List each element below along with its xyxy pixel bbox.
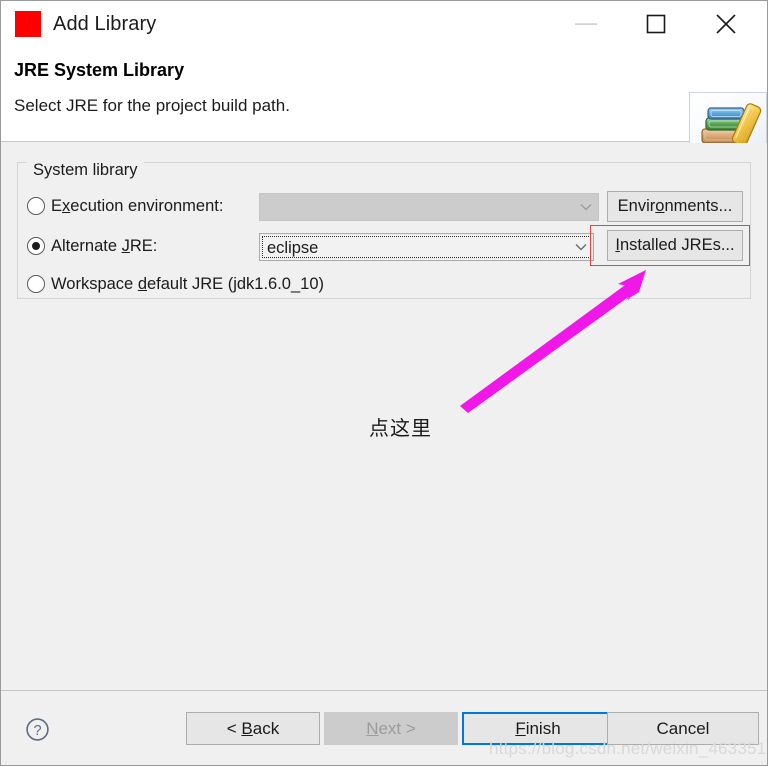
page-title: JRE System Library — [14, 60, 185, 80]
button-accesskey: B — [241, 719, 253, 738]
label-workspace-default-jre: Workspace default JRE (jdk1.6.0_10) — [51, 272, 324, 296]
minimize-button[interactable] — [563, 1, 609, 46]
label-suffix: efault JRE (jdk1.6.0_10) — [147, 275, 325, 293]
label-prefix: E — [51, 197, 63, 215]
label-execution-environment: Execution environment: — [51, 194, 223, 218]
combo-value: eclipse — [267, 239, 319, 257]
back-button[interactable]: < Back — [186, 712, 320, 745]
environments-button[interactable]: Environments... — [607, 191, 743, 222]
maximize-button[interactable] — [633, 1, 679, 46]
help-icon[interactable]: ? — [25, 717, 50, 742]
label-prefix: Alternate — [51, 237, 122, 255]
wizard-header: JRE System Library Select JRE for the pr… — [1, 46, 767, 154]
radio-alternate-jre[interactable] — [27, 237, 45, 255]
close-button[interactable] — [703, 1, 749, 46]
button-prefix: Cancel — [656, 719, 710, 738]
button-suffix: ext > — [378, 719, 416, 738]
label-suffix: ecution environment: — [70, 197, 224, 215]
label-alternate-jre: Alternate JRE: — [51, 234, 157, 258]
button-accesskey: N — [366, 719, 379, 738]
chevron-down-icon[interactable] — [575, 243, 587, 251]
button-prefix: < — [226, 719, 242, 738]
annotation-text: 点这里 — [369, 418, 432, 440]
maximize-icon — [646, 14, 666, 33]
button-accesskey: F — [515, 719, 526, 738]
button-prefix: Envir — [617, 197, 656, 215]
minimize-icon — [575, 23, 597, 25]
label-accesskey: d — [137, 275, 147, 293]
red-square-icon — [15, 11, 41, 37]
label-prefix: Workspace — [51, 275, 138, 293]
add-library-dialog: Add Library JRE System Library Select JR… — [0, 0, 768, 766]
combo-box-face — [259, 193, 599, 221]
button-suffix: ack — [252, 719, 280, 738]
page-subtitle: Select JRE for the project build path. — [14, 96, 290, 115]
window-title: Add Library — [53, 13, 157, 35]
radio-workspace-default-jre[interactable] — [27, 275, 45, 293]
svg-text:?: ? — [33, 723, 41, 739]
button-suffix: nstalled JREs... — [619, 236, 735, 254]
label-suffix: RE: — [129, 237, 158, 255]
annotation-arrow-icon — [460, 270, 646, 413]
button-suffix: nments... — [664, 197, 733, 215]
combo-execution-environment[interactable] — [259, 193, 599, 221]
radio-execution-environment[interactable] — [27, 197, 45, 215]
next-button: Next > — [324, 712, 458, 745]
watermark-text: https://blog.csdn.net/weixin_46335196 — [489, 739, 768, 758]
label-accesskey: J — [121, 237, 130, 255]
button-suffix: inish — [525, 719, 561, 738]
title-bar: Add Library — [1, 1, 767, 46]
group-legend-system-library: System library — [27, 161, 144, 179]
close-icon — [716, 13, 736, 34]
chevron-down-icon — [580, 204, 592, 211]
